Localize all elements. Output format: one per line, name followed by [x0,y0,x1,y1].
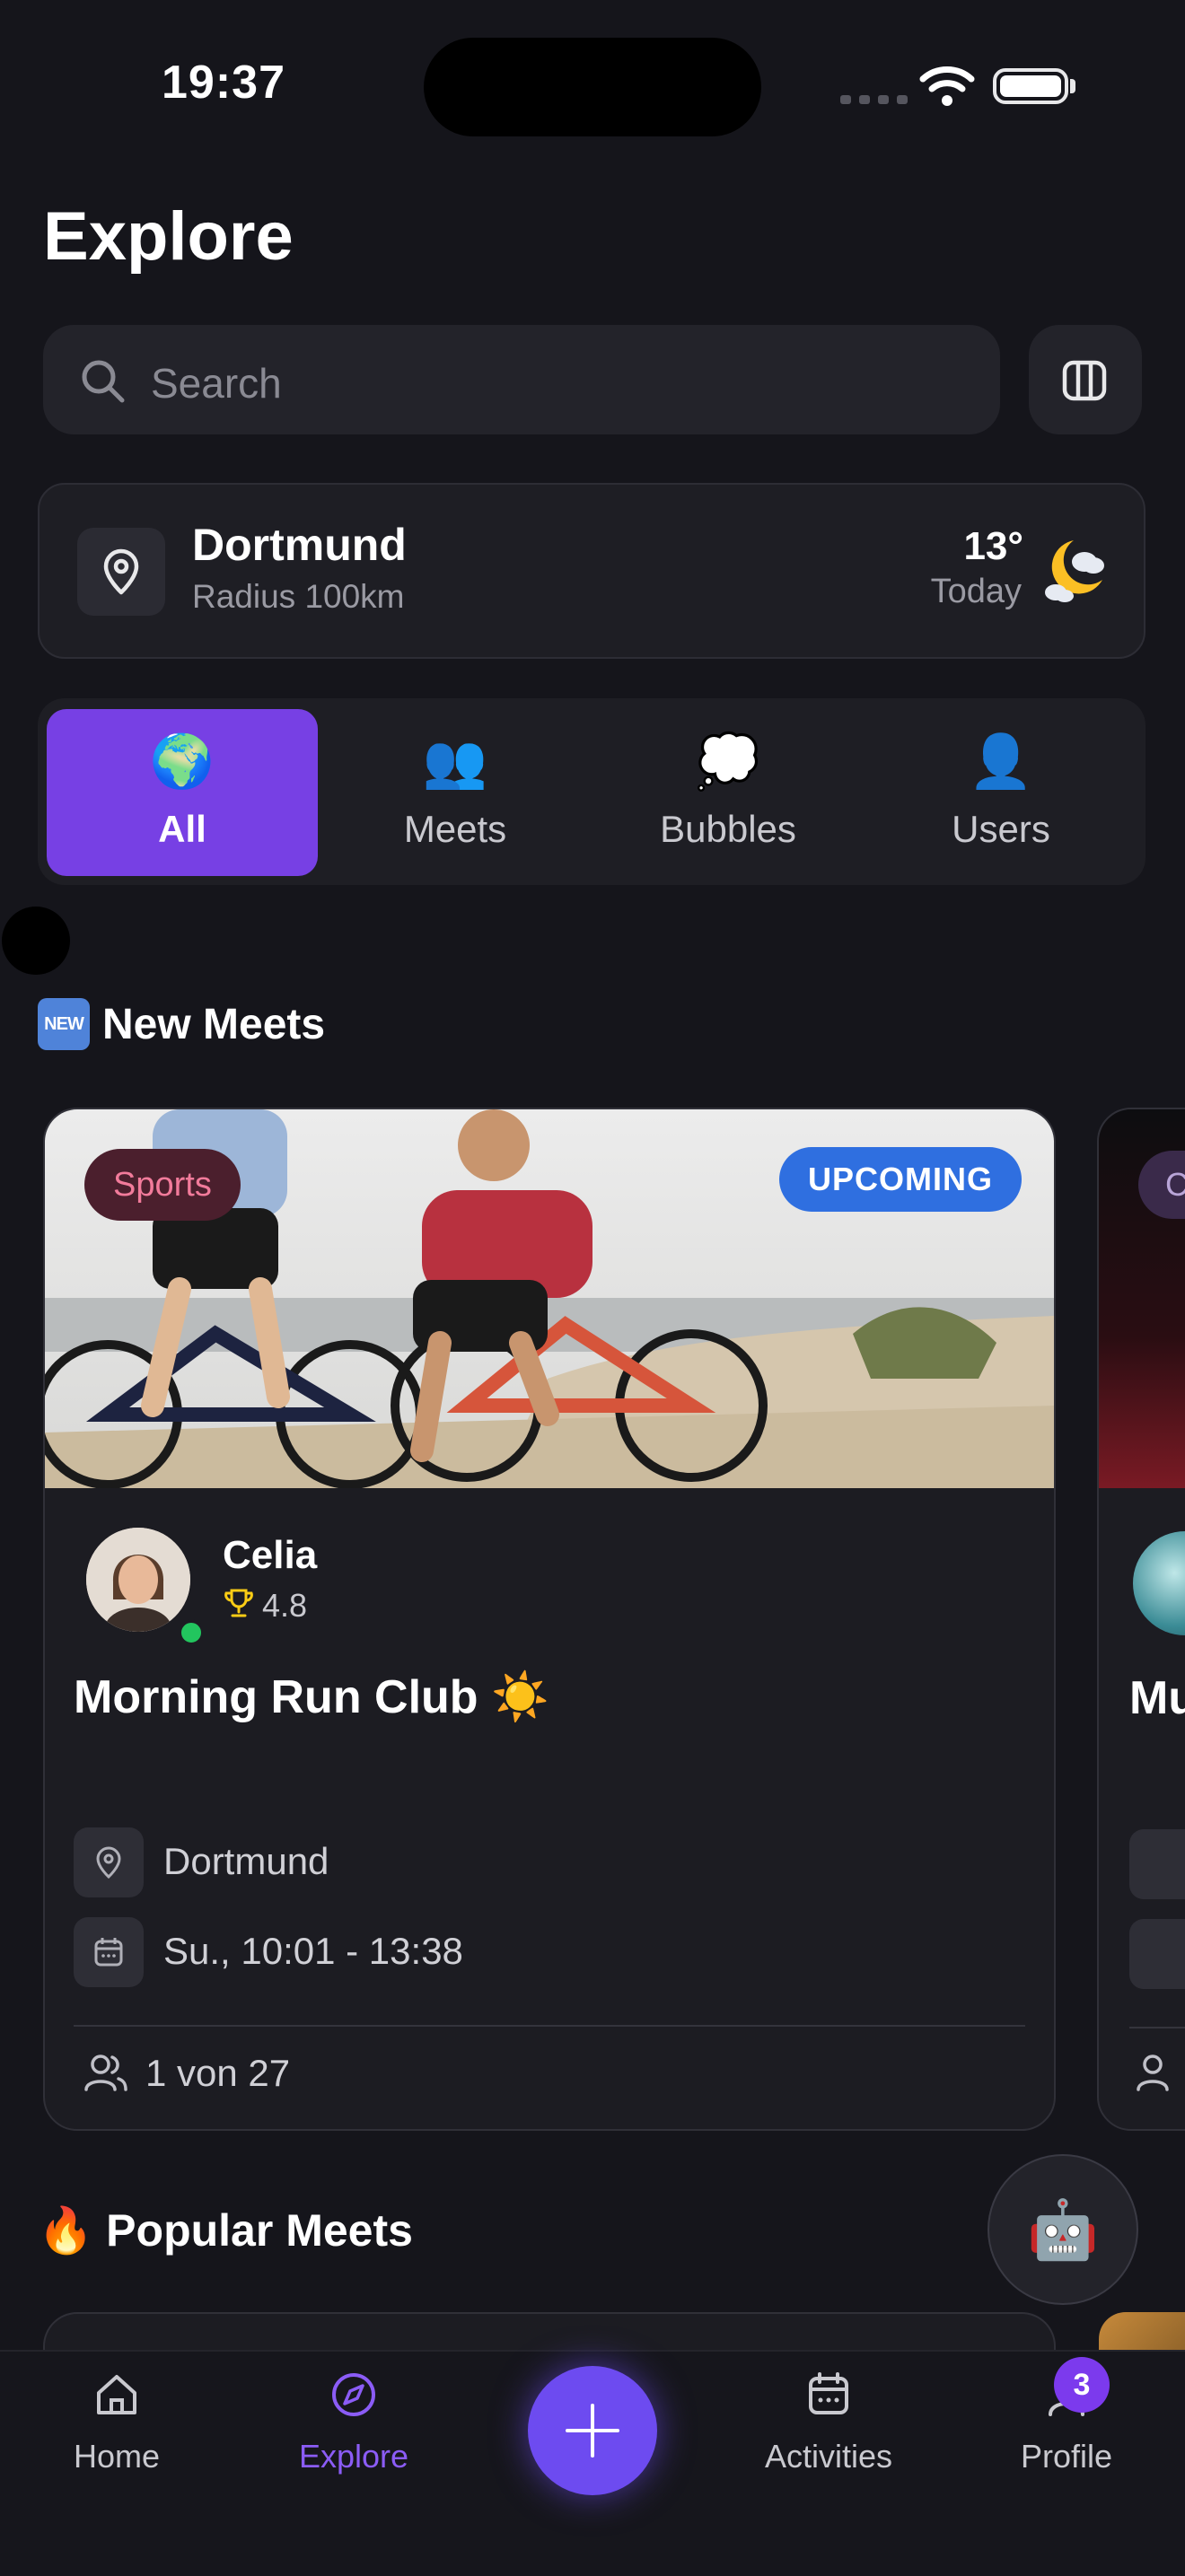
new-badge-icon: NEW [38,998,90,1050]
dynamic-island [424,38,761,136]
nav-label: Home [73,2438,161,2475]
nav-activities[interactable]: Activities [739,2370,918,2475]
location-pin-icon [103,548,139,595]
tab-users[interactable]: 👤 Users [865,709,1137,876]
search-icon [82,360,125,403]
compass-icon [332,2373,375,2416]
participants-icon [1137,2055,1169,2091]
calendar-icon [809,2372,848,2414]
category-tag: Sports [84,1149,241,1221]
calendar-icon [94,1938,123,1967]
wifi-icon [919,66,975,106]
meet-datetime: Su., 10:01 - 13:38 [163,1930,463,1972]
tab-label: Users [952,808,1050,850]
trophy-icon [224,1589,253,1617]
nav-label: Explore [298,2438,409,2475]
people-icon: 👥 [422,732,488,791]
nav-home[interactable]: Home [27,2370,206,2475]
battery-tip [1070,79,1075,93]
map-icon [1062,360,1107,401]
online-indicator [178,1619,205,1646]
search-placeholder: Search [151,360,282,407]
plus-icon [566,2404,619,2458]
user-icon: 👤 [968,732,1034,791]
location-city: Dortmund [192,520,407,570]
location-pin-icon [96,1846,121,1879]
avatar [1133,1531,1185,1635]
nav-label: Activities [764,2438,893,2475]
create-button[interactable] [528,2366,657,2495]
meet-card-next[interactable]: C Mu [1097,1108,1185,2131]
tab-all[interactable]: 🌍 All [47,709,318,876]
notification-badge: 3 [1054,2357,1110,2413]
tab-meets[interactable]: 👥 Meets [320,709,591,876]
home-icon [97,2375,136,2414]
meet-title: Morning Run Club ☀️ [74,1671,549,1723]
participants-icon [84,2055,127,2091]
section-title-text: Popular Meets [106,2205,413,2256]
battery-icon [993,68,1068,104]
assistant-button[interactable]: 🤖 [988,2154,1138,2305]
touch-indicator [2,907,70,975]
page-title: Explore [43,198,294,275]
host-name: Celia [223,1533,318,1577]
globe-icon: 🌍 [149,732,215,791]
host-photo [86,1528,190,1632]
meet-location: Dortmund [163,1840,329,1882]
weather-day: Today [930,573,1022,610]
signal-icon [840,95,908,104]
thought-bubble-icon: 💭 [695,732,761,791]
participants-count: 1 von 27 [145,2052,291,2094]
location-card[interactable] [38,483,1146,659]
avatar[interactable] [86,1528,190,1632]
tab-label: Meets [403,808,507,850]
tab-bubbles[interactable]: 💭 Bubbles [592,709,864,876]
robot-icon: 🤖 [1027,2196,1099,2262]
host-rating: 4.8 [262,1587,308,1624]
status-time: 19:37 [162,57,285,109]
section-title-new-meets: NEW New Meets [38,998,325,1050]
moon-cloud-icon [1045,540,1104,602]
calendar-icon-box [1129,1919,1185,1989]
section-title-text: New Meets [102,1000,326,1048]
card-divider [74,2025,1025,2027]
status-badge: UPCOMING [779,1147,1022,1212]
meet-title: Mu [1129,1672,1185,1724]
location-radius: Radius 100km [192,578,405,615]
tab-label: Bubbles [660,808,796,850]
tab-label: All [158,808,206,850]
section-title-popular-meets: 🔥 Popular Meets [38,2204,413,2257]
weather-temperature: 13° [963,524,1023,568]
nav-label: Profile [1020,2438,1113,2475]
location-icon-box [1129,1829,1185,1899]
fire-icon: 🔥 [38,2205,94,2256]
nav-explore[interactable]: Explore [264,2370,443,2475]
card-divider [1129,2027,1185,2028]
